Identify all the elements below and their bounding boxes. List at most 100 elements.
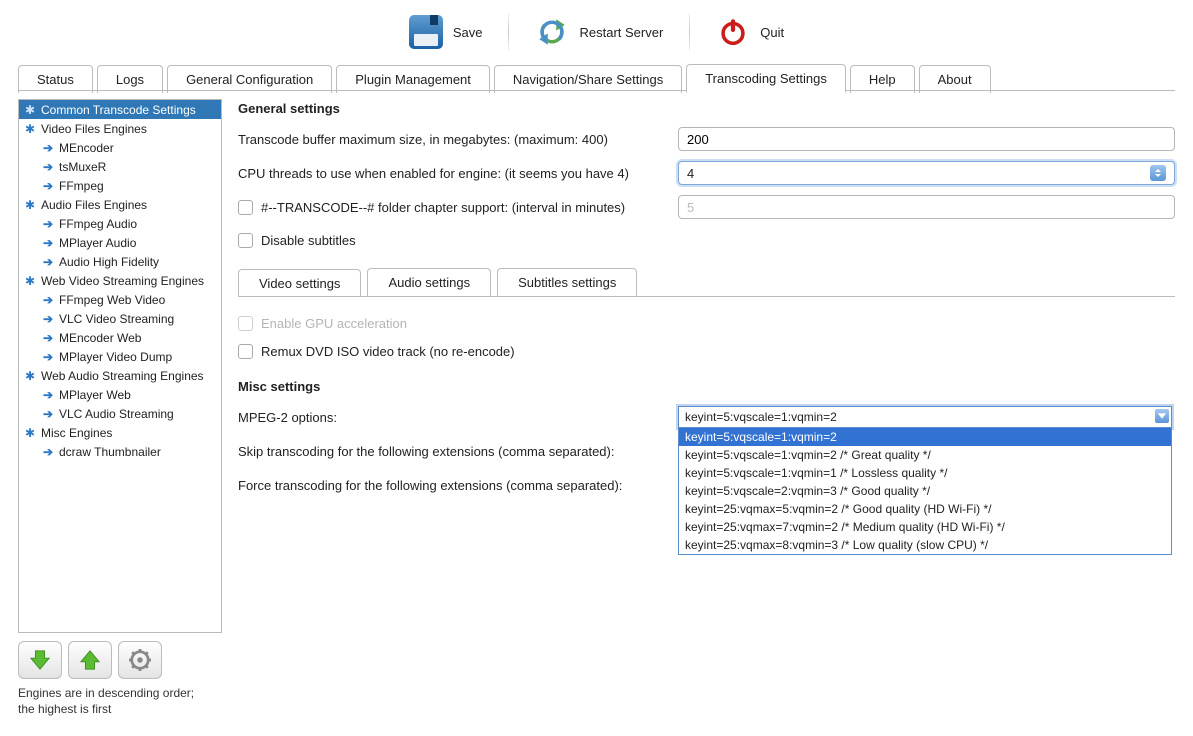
tab-about[interactable]: About — [919, 65, 991, 93]
tree-item-common-transcode-settings[interactable]: ✱ Common Transcode Settings — [19, 100, 221, 119]
engine-settings-button[interactable] — [118, 641, 162, 679]
subtab-subtitles-settings[interactable]: Subtitles settings — [497, 268, 637, 296]
move-up-button[interactable] — [68, 641, 112, 679]
mpeg2-option-item[interactable]: keyint=5:vqscale=1:vqmin=1 /* Lossless q… — [679, 464, 1171, 482]
tree-label: Misc Engines — [41, 424, 112, 442]
tree-label: VLC Video Streaming — [59, 310, 174, 328]
tree-item-mplayer-audio[interactable]: ➔MPlayer Audio — [19, 233, 221, 252]
mpeg2-option-item[interactable]: keyint=5:vqscale=1:vqmin=2 /* Great qual… — [679, 446, 1171, 464]
save-icon — [409, 15, 443, 49]
tree-label: tsMuxeR — [59, 158, 106, 176]
star-icon: ✱ — [23, 426, 37, 440]
tab-plugin-management[interactable]: Plugin Management — [336, 65, 490, 93]
move-down-button[interactable] — [18, 641, 62, 679]
enable-gpu-checkbox — [238, 316, 253, 331]
tree-item-ffmpeg[interactable]: ➔FFmpeg — [19, 176, 221, 195]
engine-sidebar: ✱ Common Transcode Settings ✱ Video Files … — [18, 99, 224, 717]
buffer-size-label: Transcode buffer maximum size, in megaby… — [238, 132, 678, 147]
gear-icon — [129, 649, 151, 671]
quit-label: Quit — [760, 25, 784, 40]
tree-item-dcraw-thumbnailer[interactable]: ➔dcraw Thumbnailer — [19, 442, 221, 461]
restart-label: Restart Server — [579, 25, 663, 40]
tab-transcoding-settings[interactable]: Transcoding Settings — [686, 64, 846, 93]
tab-logs[interactable]: Logs — [97, 65, 163, 93]
star-icon: ✱ — [23, 198, 37, 212]
remux-dvd-iso-label: Remux DVD ISO video track (no re-encode) — [261, 344, 515, 359]
misc-settings-heading: Misc settings — [238, 379, 1175, 394]
tab-help[interactable]: Help — [850, 65, 915, 93]
restart-server-button[interactable]: Restart Server — [521, 10, 677, 54]
settings-subtab-bar: Video settings Audio settings Subtitles … — [238, 268, 1175, 296]
tree-item-ffmpeg-web-video[interactable]: ➔ FFmpeg Web Video — [19, 290, 221, 309]
arrow-icon: ➔ — [41, 217, 55, 231]
engine-tree: ✱ Common Transcode Settings ✱ Video Files … — [18, 99, 222, 633]
tree-label: FFmpeg Web Video — [59, 291, 165, 309]
cpu-threads-label: CPU threads to use when enabled for engi… — [238, 166, 678, 181]
tree-item-web-audio-streaming-engines[interactable]: ✱Web Audio Streaming Engines — [19, 366, 221, 385]
subtab-audio-settings[interactable]: Audio settings — [367, 268, 491, 296]
tree-label: Common Transcode Settings — [41, 101, 196, 119]
chapter-support-label: #--TRANSCODE--# folder chapter support: … — [261, 200, 625, 215]
mpeg2-option-item[interactable]: keyint=25:vqmax=5:vqmin=2 /* Good qualit… — [679, 500, 1171, 518]
arrow-icon: ➔ — [41, 236, 55, 250]
arrow-icon: ➔ — [41, 445, 55, 459]
common-transcode-settings-panel: General settings Transcode buffer maximu… — [238, 99, 1175, 728]
mpeg2-option-item[interactable]: keyint=5:vqscale=2:vqmin=3 /* Good quali… — [679, 482, 1171, 500]
arrow-down-icon — [29, 649, 51, 671]
force-transcoding-label: Force transcoding for the following exte… — [238, 478, 678, 493]
transcoding-settings-panel: ✱ Common Transcode Settings ✱ Video Files … — [18, 90, 1175, 728]
tree-label: MEncoder — [59, 139, 114, 157]
star-icon: ✱ — [23, 103, 37, 117]
tree-item-audio-high-fidelity[interactable]: ➔Audio High Fidelity — [19, 252, 221, 271]
toolbar-separator — [689, 13, 690, 51]
tree-item-mplayer-web[interactable]: ➔MPlayer Web — [19, 385, 221, 404]
mpeg2-option-item[interactable]: keyint=25:vqmax=8:vqmin=3 /* Low quality… — [679, 536, 1171, 554]
tree-item-mplayer-video-dump[interactable]: ➔MPlayer Video Dump — [19, 347, 221, 366]
tree-label: MEncoder Web — [59, 329, 141, 347]
tree-item-vlc-audio-streaming[interactable]: ➔VLC Audio Streaming — [19, 404, 221, 423]
tree-item-web-video-streaming-engines[interactable]: ✱Web Video Streaming Engines — [19, 271, 221, 290]
chapter-support-checkbox[interactable] — [238, 200, 253, 215]
tree-item-video-files-engines[interactable]: ✱ Video Files Engines — [19, 119, 221, 138]
tree-item-tsmuxer[interactable]: ➔tsMuxeR — [19, 157, 221, 176]
save-button[interactable]: Save — [395, 10, 497, 54]
disable-subtitles-label: Disable subtitles — [261, 233, 356, 248]
arrow-icon: ➔ — [41, 331, 55, 345]
enable-gpu-label: Enable GPU acceleration — [261, 316, 407, 331]
tree-item-misc-engines[interactable]: ✱ Misc Engines — [19, 423, 221, 442]
tree-item-mencoder[interactable]: ➔MEncoder — [19, 138, 221, 157]
quit-button[interactable]: Quit — [702, 10, 798, 54]
tree-label: Video Files Engines — [41, 120, 147, 138]
tree-item-audio-files-engines[interactable]: ✱Audio Files Engines — [19, 195, 221, 214]
tab-general-configuration[interactable]: General Configuration — [167, 65, 332, 93]
chevron-down-icon — [1155, 409, 1169, 423]
mpeg2-option-item[interactable]: keyint=25:vqmax=7:vqmin=2 /* Medium qual… — [679, 518, 1171, 536]
disable-subtitles-checkbox[interactable] — [238, 233, 253, 248]
arrow-icon: ➔ — [41, 312, 55, 326]
mpeg2-options-select[interactable]: keyint=5:vqscale=1:vqmin=2 — [678, 406, 1172, 428]
cpu-threads-select[interactable]: 4 — [678, 161, 1175, 185]
arrow-icon: ➔ — [41, 255, 55, 269]
remux-dvd-iso-checkbox[interactable] — [238, 344, 253, 359]
mpeg2-options-value: keyint=5:vqscale=1:vqmin=2 — [685, 410, 837, 424]
tab-status[interactable]: Status — [18, 65, 93, 93]
buffer-size-input[interactable] — [678, 127, 1175, 151]
subtab-video-settings[interactable]: Video settings — [238, 269, 361, 297]
arrow-up-icon — [79, 649, 101, 671]
tree-label: MPlayer Web — [59, 386, 131, 404]
video-settings-subpanel: Enable GPU acceleration Remux DVD ISO vi… — [238, 296, 1175, 500]
tree-item-ffmpeg-audio[interactable]: ➔FFmpeg Audio — [19, 214, 221, 233]
engine-order-buttons — [18, 641, 224, 679]
mpeg2-option-item[interactable]: keyint=5:vqscale=1:vqmin=2 — [679, 428, 1171, 446]
engine-order-note: Engines are in descending order; the hig… — [18, 685, 198, 717]
mpeg2-options-dropdown: keyint=5:vqscale=1:vqmin=2 keyint=5:vqsc… — [678, 427, 1172, 555]
tree-label: VLC Audio Streaming — [59, 405, 174, 423]
tab-navigation-share-settings[interactable]: Navigation/Share Settings — [494, 65, 682, 93]
tree-item-vlc-video-streaming[interactable]: ➔ VLC Video Streaming — [19, 309, 221, 328]
arrow-icon: ➔ — [41, 293, 55, 307]
chapter-interval-input[interactable] — [678, 195, 1175, 219]
tree-item-mencoder-web[interactable]: ➔ MEncoder Web — [19, 328, 221, 347]
main-tab-bar: Status Logs General Configuration Plugin… — [0, 60, 1193, 92]
chevron-updown-icon — [1150, 165, 1166, 181]
star-icon: ✱ — [23, 122, 37, 136]
